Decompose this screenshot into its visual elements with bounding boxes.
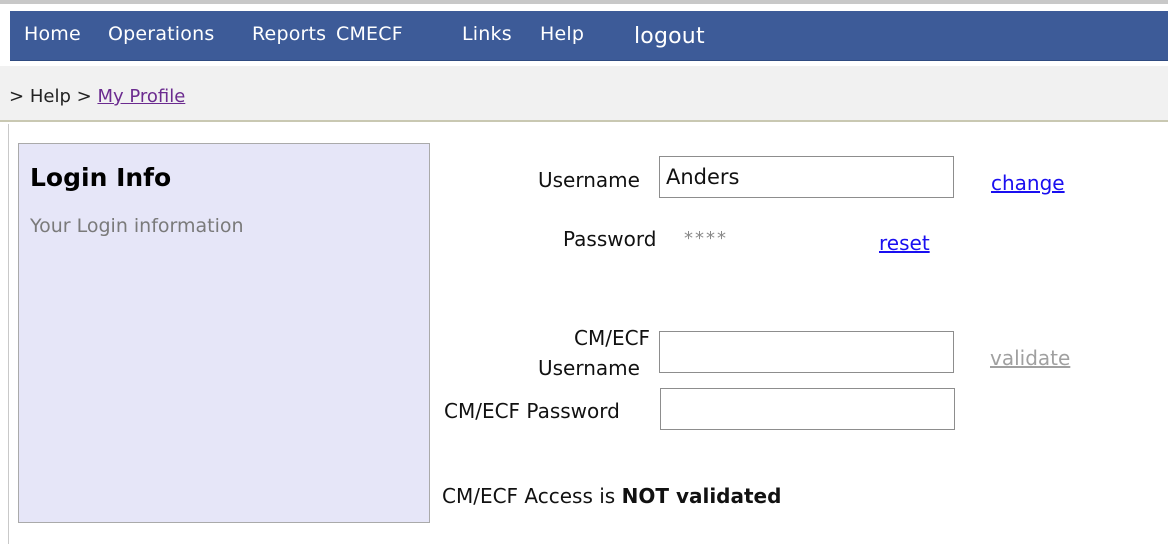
breadcrumb-separator: >	[76, 86, 92, 107]
validate-link[interactable]: validate	[990, 346, 1070, 370]
cmecf-password-label: CM/ECF Password	[444, 399, 620, 423]
nav-help[interactable]: Help	[540, 23, 584, 45]
password-label: Password	[563, 227, 657, 251]
password-masked: ****	[684, 228, 728, 249]
breadcrumb-my-profile[interactable]: My Profile	[97, 86, 185, 107]
top-bar: Home Operations Reports CMECF Links Help…	[0, 0, 1168, 66]
breadcrumb-bar: > Help > My Profile	[0, 66, 1168, 122]
nav-operations[interactable]: Operations	[108, 23, 214, 45]
login-info-panel: Login Info Your Login information	[18, 143, 430, 523]
panel-title: Login Info	[30, 163, 172, 192]
cmecf-username-field[interactable]	[659, 331, 954, 373]
left-border	[8, 124, 9, 544]
cmecf-password-field[interactable]	[660, 388, 955, 430]
nav-links[interactable]: Links	[462, 23, 512, 45]
page: Home Operations Reports CMECF Links Help…	[0, 0, 1168, 544]
breadcrumb-help: Help	[29, 86, 71, 107]
cmecf-username-label-line1: CM/ECF	[574, 326, 651, 350]
access-status-value: NOT validated	[621, 484, 782, 508]
cmecf-access-status: CM/ECF Access is NOT validated	[442, 484, 781, 508]
username-field[interactable]	[659, 156, 954, 198]
reset-password-link[interactable]: reset	[879, 231, 930, 255]
panel-subtitle: Your Login information	[30, 215, 244, 237]
cmecf-username-label-line2: Username	[538, 356, 640, 380]
breadcrumb-separator: >	[9, 86, 25, 107]
top-strip	[0, 0, 1168, 4]
username-label: Username	[538, 168, 640, 192]
nav-reports[interactable]: Reports	[252, 23, 326, 45]
nav-cmecf[interactable]: CMECF	[336, 23, 403, 45]
change-username-link[interactable]: change	[991, 171, 1065, 195]
logout-link[interactable]: logout	[634, 24, 705, 49]
main-nav: Home Operations Reports CMECF Links Help…	[10, 11, 1168, 61]
nav-home[interactable]: Home	[24, 23, 81, 45]
breadcrumb: > Help > My Profile	[9, 86, 185, 107]
access-status-prefix: CM/ECF Access is	[442, 484, 616, 508]
